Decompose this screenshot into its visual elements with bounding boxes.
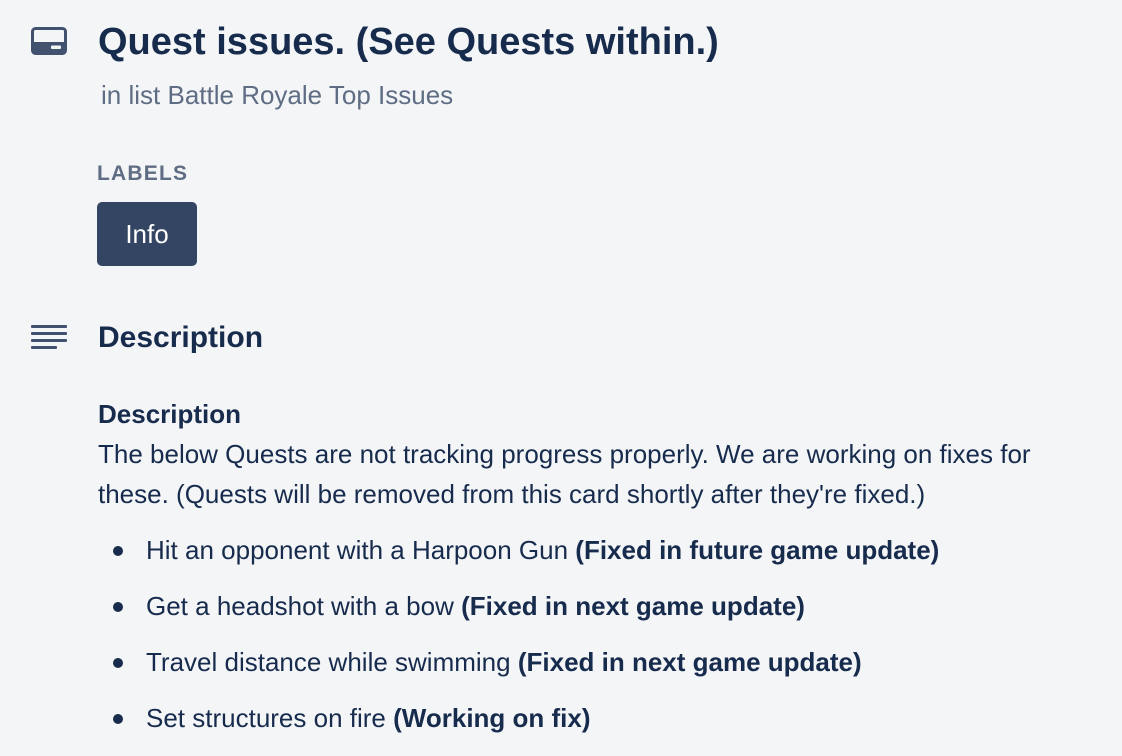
label-info[interactable]: Info: [97, 202, 197, 266]
description-subheading: Description: [98, 399, 242, 429]
card-title: Quest issues. (See Quests within.): [98, 21, 719, 63]
quest-text: Get a headshot with a bow: [146, 591, 454, 621]
bullet-icon: [113, 714, 123, 724]
list-item: Hit an opponent with a Harpoon Gun (Fixe…: [98, 530, 1108, 586]
list-prefix: in list: [101, 80, 161, 110]
description-heading: Description: [98, 321, 264, 354]
list-name-link[interactable]: Battle Royale Top Issues: [167, 80, 453, 110]
quest-text: Travel distance while swimming: [146, 647, 511, 677]
quest-status: (Fixed in next game update): [517, 647, 862, 677]
quest-status: (Fixed in future game update): [575, 535, 940, 565]
quest-list: Hit an opponent with a Harpoon Gun (Fixe…: [98, 530, 1108, 754]
list-item: Set structures on fire (Working on fix): [98, 698, 1108, 754]
description-body[interactable]: Description The below Quests are not tra…: [98, 394, 1108, 514]
bullet-icon: [113, 546, 123, 556]
card-icon: [31, 27, 67, 55]
bullet-icon: [113, 658, 123, 668]
quest-status: (Working on fix): [393, 703, 591, 733]
quest-text: Hit an opponent with a Harpoon Gun: [146, 535, 569, 565]
quest-text: Set structures on fire: [146, 703, 386, 733]
list-item: Travel distance while swimming (Fixed in…: [98, 642, 1108, 698]
description-paragraph: The below Quests are not tracking progre…: [98, 439, 1031, 509]
bullet-icon: [113, 602, 123, 612]
description-lines-icon: [31, 325, 67, 349]
quest-status: (Fixed in next game update): [461, 591, 805, 621]
labels-heading: LABELS: [97, 162, 189, 185]
list-reference: in list Battle Royale Top Issues: [101, 78, 453, 112]
list-item: Get a headshot with a bow (Fixed in next…: [98, 586, 1108, 642]
